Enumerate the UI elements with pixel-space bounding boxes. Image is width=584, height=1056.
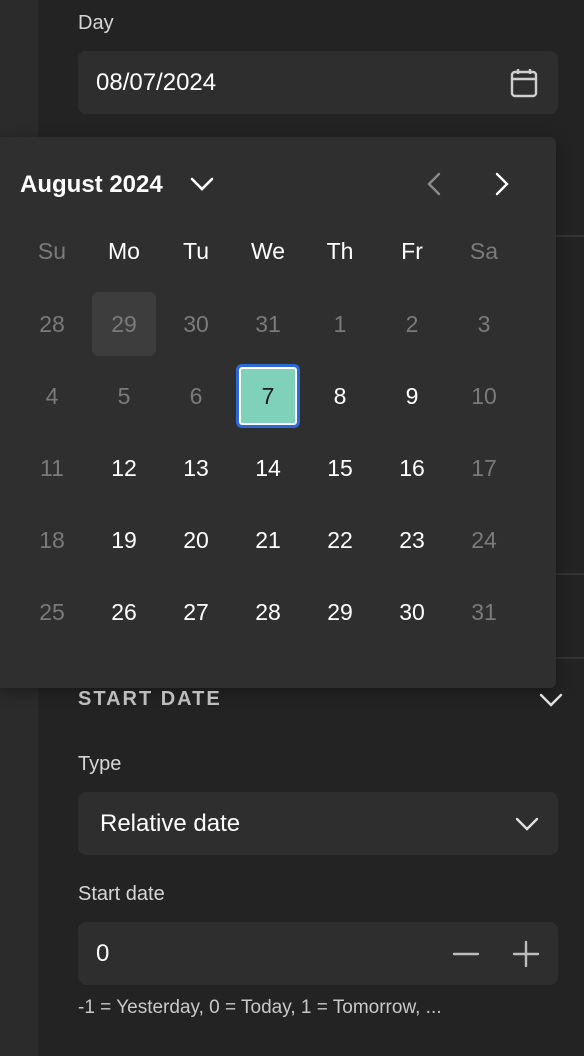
previous-month-icon[interactable]	[422, 171, 448, 197]
weekday-label: Su	[37, 238, 67, 264]
day-label: Day	[78, 12, 114, 34]
calendar-day[interactable]: 29	[308, 580, 372, 644]
calendar-day[interactable]: 19	[92, 508, 156, 572]
date-picker-popup: August 2024 Su Mo Tu We Th Fr Sa 28 29 30 31 1 2 3 4 5…	[0, 137, 556, 688]
calendar-day[interactable]: 17	[452, 436, 516, 500]
calendar-day[interactable]: 11	[20, 436, 84, 500]
calendar-day[interactable]: 31	[236, 292, 300, 356]
calendar-day[interactable]: 1	[308, 292, 372, 356]
calendar-day[interactable]: 18	[20, 508, 84, 572]
day-date-value[interactable]: 08/07/2024	[96, 69, 216, 97]
calendar-day[interactable]: 28	[236, 580, 300, 644]
start-date-value[interactable]: 0	[96, 940, 109, 968]
calendar-day[interactable]: 30	[380, 580, 444, 644]
calendar-day[interactable]: 26	[92, 580, 156, 644]
calendar-day[interactable]: 20	[164, 508, 228, 572]
next-month-icon[interactable]	[488, 171, 514, 197]
type-label: Type	[78, 753, 122, 775]
calendar-day[interactable]: 3	[452, 292, 516, 356]
chevron-down-icon[interactable]	[514, 814, 540, 834]
calendar-day[interactable]: 30	[164, 292, 228, 356]
divider	[554, 573, 584, 575]
type-select-value: Relative date	[100, 810, 241, 837]
calendar-day[interactable]: 10	[452, 364, 516, 428]
divider	[554, 235, 584, 237]
calendar-day[interactable]: 23	[380, 508, 444, 572]
calendar-day[interactable]: 28	[20, 292, 84, 356]
calendar-icon[interactable]	[510, 68, 538, 98]
calendar-day[interactable]: 2	[380, 292, 444, 356]
start-date-label: Start date	[78, 883, 165, 905]
chevron-down-icon[interactable]	[188, 173, 216, 195]
type-select[interactable]: Relative date	[78, 792, 558, 855]
divider	[554, 657, 584, 659]
calendar-day[interactable]: 8	[308, 364, 372, 428]
day-date-field[interactable]: 08/07/2024	[78, 51, 558, 114]
calendar-day[interactable]: 22	[308, 508, 372, 572]
weekday-label: Sa	[469, 238, 499, 264]
weekday-label: We	[250, 238, 286, 264]
plus-icon[interactable]	[512, 940, 540, 968]
calendar-day[interactable]: 14	[236, 436, 300, 500]
calendar-day[interactable]: 6	[164, 364, 228, 428]
month-year-label[interactable]: August 2024	[20, 171, 163, 199]
calendar-day[interactable]: 9	[380, 364, 444, 428]
weekday-label: Fr	[401, 238, 423, 264]
calendar-day[interactable]: 4	[20, 364, 84, 428]
start-date-hint: -1 = Yesterday, 0 = Today, 1 = Tomorrow,…	[78, 997, 442, 1018]
calendar-day[interactable]: 25	[20, 580, 84, 644]
section-title-start-date[interactable]: START DATE	[78, 688, 222, 711]
calendar-day[interactable]: 15	[308, 436, 372, 500]
chevron-down-icon[interactable]	[538, 690, 564, 710]
calendar-day[interactable]: 27	[164, 580, 228, 644]
calendar-day[interactable]: 31	[452, 580, 516, 644]
calendar-day[interactable]: 16	[380, 436, 444, 500]
calendar-day[interactable]: 12	[92, 436, 156, 500]
minus-icon[interactable]	[452, 940, 480, 968]
calendar-day[interactable]: 29	[92, 292, 156, 356]
weekday-label: Tu	[183, 238, 209, 264]
start-date-stepper[interactable]: 0	[78, 922, 558, 985]
calendar-day[interactable]: 13	[164, 436, 228, 500]
weekday-label: Th	[326, 238, 354, 264]
calendar-day[interactable]: 24	[452, 508, 516, 572]
weekday-label: Mo	[108, 238, 140, 264]
calendar-day[interactable]: 7	[236, 364, 300, 428]
calendar-day[interactable]: 5	[92, 364, 156, 428]
calendar-day[interactable]: 21	[236, 508, 300, 572]
